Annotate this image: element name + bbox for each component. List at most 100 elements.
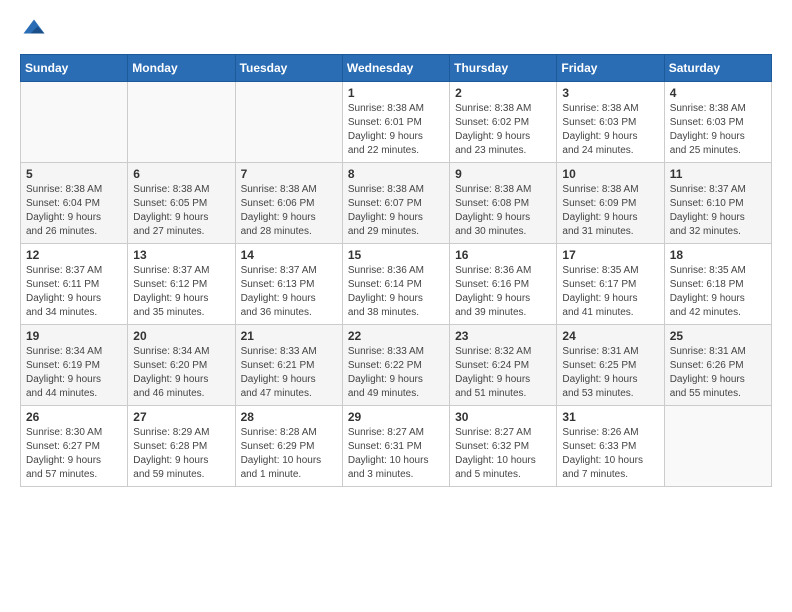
weekday-monday: Monday <box>128 55 235 82</box>
calendar-cell: 25 Sunrise: 8:31 AM Sunset: 6:26 PM Dayli… <box>664 325 771 406</box>
calendar-cell <box>21 82 128 163</box>
day-number: 30 <box>455 410 551 424</box>
day-number: 29 <box>348 410 444 424</box>
weekday-friday: Friday <box>557 55 664 82</box>
day-number: 6 <box>133 167 229 181</box>
day-number: 2 <box>455 86 551 100</box>
calendar-table: SundayMondayTuesdayWednesdayThursdayFrid… <box>20 54 772 487</box>
calendar-cell: 9 Sunrise: 8:38 AM Sunset: 6:08 PM Daylig… <box>450 163 557 244</box>
day-info: Sunrise: 8:38 AM Sunset: 6:05 PM Dayligh… <box>133 183 229 239</box>
day-info: Sunrise: 8:26 AM Sunset: 6:33 PM Dayligh… <box>562 426 658 482</box>
day-info: Sunrise: 8:29 AM Sunset: 6:28 PM Dayligh… <box>133 426 229 482</box>
weekday-wednesday: Wednesday <box>342 55 449 82</box>
calendar-cell <box>128 82 235 163</box>
calendar-cell: 1 Sunrise: 8:38 AM Sunset: 6:01 PM Daylig… <box>342 82 449 163</box>
day-number: 4 <box>670 86 766 100</box>
day-number: 1 <box>348 86 444 100</box>
day-number: 10 <box>562 167 658 181</box>
weekday-tuesday: Tuesday <box>235 55 342 82</box>
week-row-4: 19 Sunrise: 8:34 AM Sunset: 6:19 PM Dayli… <box>21 325 772 406</box>
day-number: 12 <box>26 248 122 262</box>
weekday-sunday: Sunday <box>21 55 128 82</box>
calendar-cell: 26 Sunrise: 8:30 AM Sunset: 6:27 PM Dayli… <box>21 406 128 487</box>
day-number: 7 <box>241 167 337 181</box>
day-number: 18 <box>670 248 766 262</box>
day-number: 19 <box>26 329 122 343</box>
day-info: Sunrise: 8:36 AM Sunset: 6:16 PM Dayligh… <box>455 264 551 320</box>
day-number: 9 <box>455 167 551 181</box>
calendar-cell: 2Sunrise: 8:38 AM Sunset: 6:02 PM Daylig… <box>450 82 557 163</box>
calendar-cell: 7 Sunrise: 8:38 AM Sunset: 6:06 PM Daylig… <box>235 163 342 244</box>
weekday-thursday: Thursday <box>450 55 557 82</box>
calendar-cell: 29Sunrise: 8:27 AM Sunset: 6:31 PM Dayli… <box>342 406 449 487</box>
calendar-cell: 28 Sunrise: 8:28 AM Sunset: 6:29 PM Dayli… <box>235 406 342 487</box>
calendar-cell: 3Sunrise: 8:38 AM Sunset: 6:03 PM Daylig… <box>557 82 664 163</box>
logo <box>20 16 52 44</box>
day-number: 27 <box>133 410 229 424</box>
week-row-1: 1 Sunrise: 8:38 AM Sunset: 6:01 PM Daylig… <box>21 82 772 163</box>
day-info: Sunrise: 8:34 AM Sunset: 6:19 PM Dayligh… <box>26 345 122 401</box>
calendar-cell: 4 Sunrise: 8:38 AM Sunset: 6:03 PM Daylig… <box>664 82 771 163</box>
day-number: 11 <box>670 167 766 181</box>
day-number: 25 <box>670 329 766 343</box>
day-info: Sunrise: 8:33 AM Sunset: 6:21 PM Dayligh… <box>241 345 337 401</box>
day-info: Sunrise: 8:37 AM Sunset: 6:11 PM Dayligh… <box>26 264 122 320</box>
calendar-cell: 23Sunrise: 8:32 AM Sunset: 6:24 PM Dayli… <box>450 325 557 406</box>
calendar-cell: 11 Sunrise: 8:37 AM Sunset: 6:10 PM Dayli… <box>664 163 771 244</box>
day-info: Sunrise: 8:34 AM Sunset: 6:20 PM Dayligh… <box>133 345 229 401</box>
day-info: Sunrise: 8:38 AM Sunset: 6:09 PM Dayligh… <box>562 183 658 239</box>
calendar-cell: 6 Sunrise: 8:38 AM Sunset: 6:05 PM Daylig… <box>128 163 235 244</box>
day-number: 20 <box>133 329 229 343</box>
calendar-cell: 12 Sunrise: 8:37 AM Sunset: 6:11 PM Dayli… <box>21 244 128 325</box>
calendar-cell: 10 Sunrise: 8:38 AM Sunset: 6:09 PM Dayli… <box>557 163 664 244</box>
day-info: Sunrise: 8:38 AM Sunset: 6:01 PM Dayligh… <box>348 102 444 158</box>
calendar-cell: 30Sunrise: 8:27 AM Sunset: 6:32 PM Dayli… <box>450 406 557 487</box>
calendar-cell: 5Sunrise: 8:38 AM Sunset: 6:04 PM Daylig… <box>21 163 128 244</box>
calendar-cell: 14 Sunrise: 8:37 AM Sunset: 6:13 PM Dayli… <box>235 244 342 325</box>
day-info: Sunrise: 8:37 AM Sunset: 6:13 PM Dayligh… <box>241 264 337 320</box>
page: SundayMondayTuesdayWednesdayThursdayFrid… <box>0 0 792 503</box>
calendar-cell: 8Sunrise: 8:38 AM Sunset: 6:07 PM Daylig… <box>342 163 449 244</box>
day-number: 28 <box>241 410 337 424</box>
day-number: 21 <box>241 329 337 343</box>
day-number: 8 <box>348 167 444 181</box>
day-info: Sunrise: 8:38 AM Sunset: 6:08 PM Dayligh… <box>455 183 551 239</box>
day-number: 13 <box>133 248 229 262</box>
day-info: Sunrise: 8:31 AM Sunset: 6:25 PM Dayligh… <box>562 345 658 401</box>
day-info: Sunrise: 8:38 AM Sunset: 6:03 PM Dayligh… <box>670 102 766 158</box>
calendar-cell: 17 Sunrise: 8:35 AM Sunset: 6:17 PM Dayli… <box>557 244 664 325</box>
day-number: 5 <box>26 167 122 181</box>
day-info: Sunrise: 8:30 AM Sunset: 6:27 PM Dayligh… <box>26 426 122 482</box>
calendar-cell: 13 Sunrise: 8:37 AM Sunset: 6:12 PM Dayli… <box>128 244 235 325</box>
day-info: Sunrise: 8:35 AM Sunset: 6:18 PM Dayligh… <box>670 264 766 320</box>
day-info: Sunrise: 8:37 AM Sunset: 6:10 PM Dayligh… <box>670 183 766 239</box>
week-row-3: 12 Sunrise: 8:37 AM Sunset: 6:11 PM Dayli… <box>21 244 772 325</box>
weekday-saturday: Saturday <box>664 55 771 82</box>
day-info: Sunrise: 8:37 AM Sunset: 6:12 PM Dayligh… <box>133 264 229 320</box>
day-number: 14 <box>241 248 337 262</box>
calendar-cell: 24 Sunrise: 8:31 AM Sunset: 6:25 PM Dayli… <box>557 325 664 406</box>
day-number: 3 <box>562 86 658 100</box>
day-info: Sunrise: 8:36 AM Sunset: 6:14 PM Dayligh… <box>348 264 444 320</box>
day-info: Sunrise: 8:28 AM Sunset: 6:29 PM Dayligh… <box>241 426 337 482</box>
weekday-header-row: SundayMondayTuesdayWednesdayThursdayFrid… <box>21 55 772 82</box>
day-info: Sunrise: 8:32 AM Sunset: 6:24 PM Dayligh… <box>455 345 551 401</box>
day-number: 24 <box>562 329 658 343</box>
calendar-cell: 18 Sunrise: 8:35 AM Sunset: 6:18 PM Dayli… <box>664 244 771 325</box>
week-row-2: 5Sunrise: 8:38 AM Sunset: 6:04 PM Daylig… <box>21 163 772 244</box>
day-number: 31 <box>562 410 658 424</box>
day-info: Sunrise: 8:35 AM Sunset: 6:17 PM Dayligh… <box>562 264 658 320</box>
calendar-cell: 15Sunrise: 8:36 AM Sunset: 6:14 PM Dayli… <box>342 244 449 325</box>
calendar-cell: 31 Sunrise: 8:26 AM Sunset: 6:33 PM Dayli… <box>557 406 664 487</box>
calendar-cell: 21 Sunrise: 8:33 AM Sunset: 6:21 PM Dayli… <box>235 325 342 406</box>
day-number: 17 <box>562 248 658 262</box>
day-info: Sunrise: 8:31 AM Sunset: 6:26 PM Dayligh… <box>670 345 766 401</box>
day-number: 26 <box>26 410 122 424</box>
calendar-cell: 27 Sunrise: 8:29 AM Sunset: 6:28 PM Dayli… <box>128 406 235 487</box>
calendar-cell: 16 Sunrise: 8:36 AM Sunset: 6:16 PM Dayli… <box>450 244 557 325</box>
calendar-cell: 19 Sunrise: 8:34 AM Sunset: 6:19 PM Dayli… <box>21 325 128 406</box>
day-number: 16 <box>455 248 551 262</box>
day-info: Sunrise: 8:38 AM Sunset: 6:06 PM Dayligh… <box>241 183 337 239</box>
header <box>20 16 772 44</box>
week-row-5: 26 Sunrise: 8:30 AM Sunset: 6:27 PM Dayli… <box>21 406 772 487</box>
